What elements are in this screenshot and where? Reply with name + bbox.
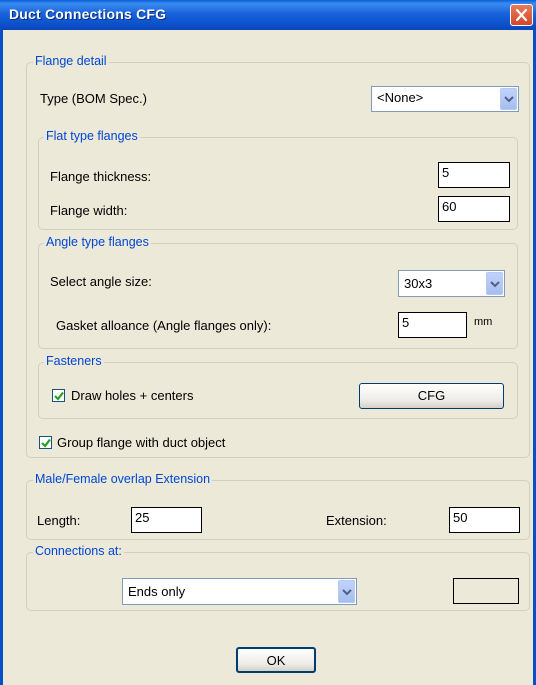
extension-label: Extension: xyxy=(326,513,387,528)
connections-select[interactable]: Ends only xyxy=(122,578,357,605)
angle-size-label: Select angle size: xyxy=(50,274,152,289)
connections-value: Ends only xyxy=(128,584,186,599)
chevron-down-icon xyxy=(504,96,514,103)
flange-detail-legend: Flange detail xyxy=(33,54,109,68)
connections-legend: Connections at: xyxy=(33,544,124,558)
chevron-down-icon xyxy=(490,280,500,287)
gasket-label: Gasket alloance (Angle flanges only): xyxy=(56,318,272,333)
type-label: Type (BOM Spec.) xyxy=(40,91,147,106)
flat-flanges-legend: Flat type flanges xyxy=(44,129,140,143)
type-select[interactable]: <None> xyxy=(371,86,519,112)
cfg-button[interactable]: CFG xyxy=(359,383,504,409)
close-button[interactable] xyxy=(510,4,533,26)
connections-extra-box xyxy=(453,578,519,604)
ok-button-label: OK xyxy=(266,653,286,668)
draw-holes-checkbox[interactable] xyxy=(52,389,65,402)
window-border-left xyxy=(0,30,3,685)
draw-holes-label: Draw holes + centers xyxy=(71,388,194,403)
type-select-arrow[interactable] xyxy=(500,88,517,110)
angle-size-arrow[interactable] xyxy=(486,272,503,295)
length-label: Length: xyxy=(37,513,81,528)
gasket-input[interactable]: 5 xyxy=(398,312,467,338)
close-icon xyxy=(515,8,528,22)
length-input[interactable]: 25 xyxy=(131,507,202,533)
dialog-window: Duct Connections CFG Flange detail Type … xyxy=(0,0,536,685)
overlap-legend: Male/Female overlap Extension xyxy=(33,472,213,486)
type-select-value: <None> xyxy=(377,90,424,105)
angle-size-value: 30x3 xyxy=(404,276,433,291)
flange-width-input[interactable]: 60 xyxy=(438,196,510,222)
gasket-unit: mm xyxy=(474,316,493,328)
angle-flanges-legend: Angle type flanges xyxy=(44,235,151,249)
angle-size-select[interactable]: 30x3 xyxy=(398,270,505,297)
group-flange-checkbox[interactable] xyxy=(39,436,52,449)
check-icon xyxy=(41,438,51,448)
connections-arrow[interactable] xyxy=(338,580,355,603)
ok-button[interactable]: OK xyxy=(236,647,316,673)
flange-thickness-input[interactable]: 5 xyxy=(438,162,510,188)
title-bar[interactable]: Duct Connections CFG xyxy=(0,0,536,30)
check-icon xyxy=(54,391,64,401)
fasteners-legend: Fasteners xyxy=(44,354,104,368)
flange-width-label: Flange width: xyxy=(50,203,128,218)
window-title: Duct Connections CFG xyxy=(9,6,167,22)
cfg-button-label: CFG xyxy=(417,388,446,403)
extension-input[interactable]: 50 xyxy=(449,507,520,533)
group-flange-label: Group flange with duct object xyxy=(57,435,226,450)
flange-thickness-label: Flange thickness: xyxy=(50,169,152,184)
chevron-down-icon xyxy=(342,588,352,595)
